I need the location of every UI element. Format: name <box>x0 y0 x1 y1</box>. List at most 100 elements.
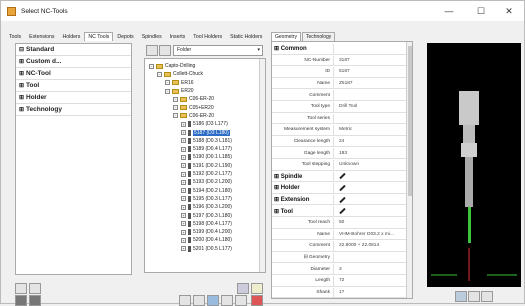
property-value[interactable]: Z5187 <box>333 78 406 89</box>
category-tool[interactable]: ⊞ Tool <box>16 80 131 92</box>
property-value[interactable]: 1? <box>333 287 406 298</box>
edit-pencil-icon[interactable] <box>339 184 346 192</box>
category-holder[interactable]: ⊞ Holder <box>16 92 131 104</box>
category-custom[interactable]: ⊞ Custom d... <box>16 56 131 68</box>
settings-icon[interactable] <box>235 295 247 306</box>
tree-item-tool[interactable]: +5195 (D0.3 L177) <box>181 195 232 203</box>
property-value[interactable] <box>333 90 406 100</box>
save-icon[interactable] <box>207 295 219 306</box>
tab-nc-tools[interactable]: NC Tools <box>84 32 114 41</box>
property-row[interactable]: NC-Number 3187 <box>272 55 406 67</box>
expand-icon[interactable]: + <box>181 171 186 177</box>
property-row[interactable]: Length 72 <box>272 276 406 287</box>
tree-item-tool[interactable]: +5191 (D0.2 L190) <box>181 162 232 170</box>
property-value[interactable]: VHM-Bohrer D03.2 x mi... <box>333 229 406 240</box>
category-standard[interactable]: ⊟ Standard <box>16 44 131 56</box>
property-value[interactable]: 72 <box>333 276 406 286</box>
expand-icon[interactable]: + <box>181 204 186 210</box>
copy-tool-button[interactable] <box>29 295 41 306</box>
tree-item-folder[interactable]: − Capto-Drilling <box>149 62 195 70</box>
tree-item-tool[interactable]: +5198 (D0.4 L177) <box>181 220 232 228</box>
view-front-icon[interactable] <box>455 291 467 302</box>
delete-icon[interactable] <box>251 295 263 306</box>
close-button[interactable]: ✕ <box>497 3 521 19</box>
expand-icon[interactable]: + <box>181 188 186 194</box>
property-row[interactable]: Measurement system Metric <box>272 125 406 136</box>
tab-static-holders[interactable]: Static Holders <box>226 32 266 41</box>
property-row[interactable]: ID 5187 <box>272 67 406 78</box>
property-row[interactable]: Diameter 3 <box>272 264 406 275</box>
refresh-icon[interactable] <box>251 283 263 294</box>
property-value[interactable] <box>333 44 406 54</box>
tab-tool-holders[interactable]: Tool Holders <box>189 32 226 41</box>
tab-technology[interactable]: Technology <box>302 32 336 41</box>
tree-item-tool[interactable]: +5186 (D3 L177) <box>181 120 228 128</box>
expand-icon[interactable]: − <box>173 113 178 119</box>
expand-icon[interactable]: − <box>165 88 170 94</box>
tab-tools[interactable]: Tools <box>5 32 25 41</box>
tool-preview[interactable] <box>427 43 521 287</box>
tree-item-folder[interactable]: − C05+ER20 <box>173 104 214 112</box>
expand-icon[interactable]: + <box>181 179 186 185</box>
expand-icon[interactable]: + <box>181 154 186 160</box>
forward-button[interactable] <box>159 45 171 56</box>
expand-icon[interactable]: + <box>181 246 186 252</box>
property-row[interactable]: Clearance length 24 <box>272 136 406 148</box>
property-row[interactable]: Name Z5187 <box>272 78 406 90</box>
expand-icon[interactable]: − <box>157 71 162 77</box>
filter-icon[interactable] <box>221 295 233 306</box>
tree-item-folder[interactable]: − C06-ER-20 <box>173 112 214 120</box>
tree-item-folder[interactable]: − ER16 <box>165 79 194 87</box>
list-view-button[interactable] <box>29 283 41 294</box>
property-value[interactable]: 3187 <box>333 55 406 66</box>
tab-extensions[interactable]: Extensions <box>25 32 58 41</box>
tab-depots[interactable]: Depots <box>113 32 137 41</box>
tree-item-tool[interactable]: +5188 (D0.3 L181) <box>181 137 232 145</box>
property-row[interactable]: Comment 22.8000 + 22.0814 <box>272 241 406 252</box>
property-value[interactable]: Unknown <box>333 160 406 170</box>
expand-icon[interactable]: − <box>149 63 154 69</box>
property-group[interactable]: ⊞ Extension <box>272 194 406 206</box>
add-tool-button[interactable] <box>15 295 27 306</box>
tree-item-tool[interactable]: +5194 (D0.2 L180) <box>181 187 232 195</box>
property-value[interactable]: 22.8000 + 22.0814 <box>333 241 406 251</box>
tree-item-tool[interactable]: +5199 (D0.4 L200) <box>181 228 232 236</box>
tree-item-tool[interactable]: +5197 (D0.3 L180) <box>181 211 232 219</box>
property-row[interactable]: Tool reach 50 <box>272 218 406 229</box>
edit-pencil-icon[interactable] <box>339 208 346 215</box>
category-technology[interactable]: ⊞ Technology <box>16 104 131 116</box>
expand-icon[interactable]: − <box>173 105 178 111</box>
tree-item-tool[interactable]: +5200 (D0.4 L180) <box>181 236 232 244</box>
tree-item-tool[interactable]: +5190 (D0.1 L185) <box>181 153 232 161</box>
tree-item-tool[interactable]: +5187 (D3 L180) <box>181 128 230 136</box>
property-value[interactable]: Drill Tool <box>333 102 406 112</box>
expand-icon[interactable]: − <box>165 80 170 86</box>
property-value[interactable] <box>333 183 406 193</box>
category-nc-tool[interactable]: ⊞ NC-Tool <box>16 68 131 80</box>
tab-inserts[interactable]: Inserts <box>166 32 190 41</box>
tree-item-folder[interactable]: − C06-ER-20 <box>173 95 214 103</box>
property-value[interactable]: 24 <box>333 136 406 147</box>
edit-icon[interactable] <box>237 283 249 294</box>
property-value[interactable]: Metric <box>333 125 406 135</box>
tree-item-folder[interactable]: − ER20 <box>165 87 194 95</box>
tab-holders[interactable]: Holders <box>59 32 85 41</box>
property-value[interactable]: 50 <box>333 218 406 228</box>
property-group[interactable]: ⊞ Spindle <box>272 171 406 183</box>
property-value[interactable]: 183 <box>333 148 406 158</box>
grid-view-button[interactable] <box>15 283 27 294</box>
import-icon[interactable] <box>179 295 191 306</box>
folder-filter-select[interactable]: Folder ▾ <box>173 45 263 56</box>
property-value[interactable]: 5187 <box>333 67 406 77</box>
edit-pencil-icon[interactable] <box>339 196 346 203</box>
tab-spindles[interactable]: Spindles <box>138 32 166 41</box>
minimize-button[interactable]: — <box>437 3 461 19</box>
scroll-thumb[interactable] <box>408 46 412 196</box>
property-row[interactable]: Tool type Drill Tool <box>272 102 406 113</box>
property-row[interactable]: Gage length 183 <box>272 148 406 159</box>
tree-item-tool[interactable]: +5196 (D0.3 L200) <box>181 203 232 211</box>
tree-item-tool[interactable]: +5192 (D0.2 L177) <box>181 170 232 178</box>
property-row[interactable]: ⊟ Geometry <box>272 252 406 264</box>
expand-icon[interactable]: − <box>173 96 178 102</box>
property-row[interactable]: Name VHM-Bohrer D03.2 x mi... <box>272 229 406 241</box>
